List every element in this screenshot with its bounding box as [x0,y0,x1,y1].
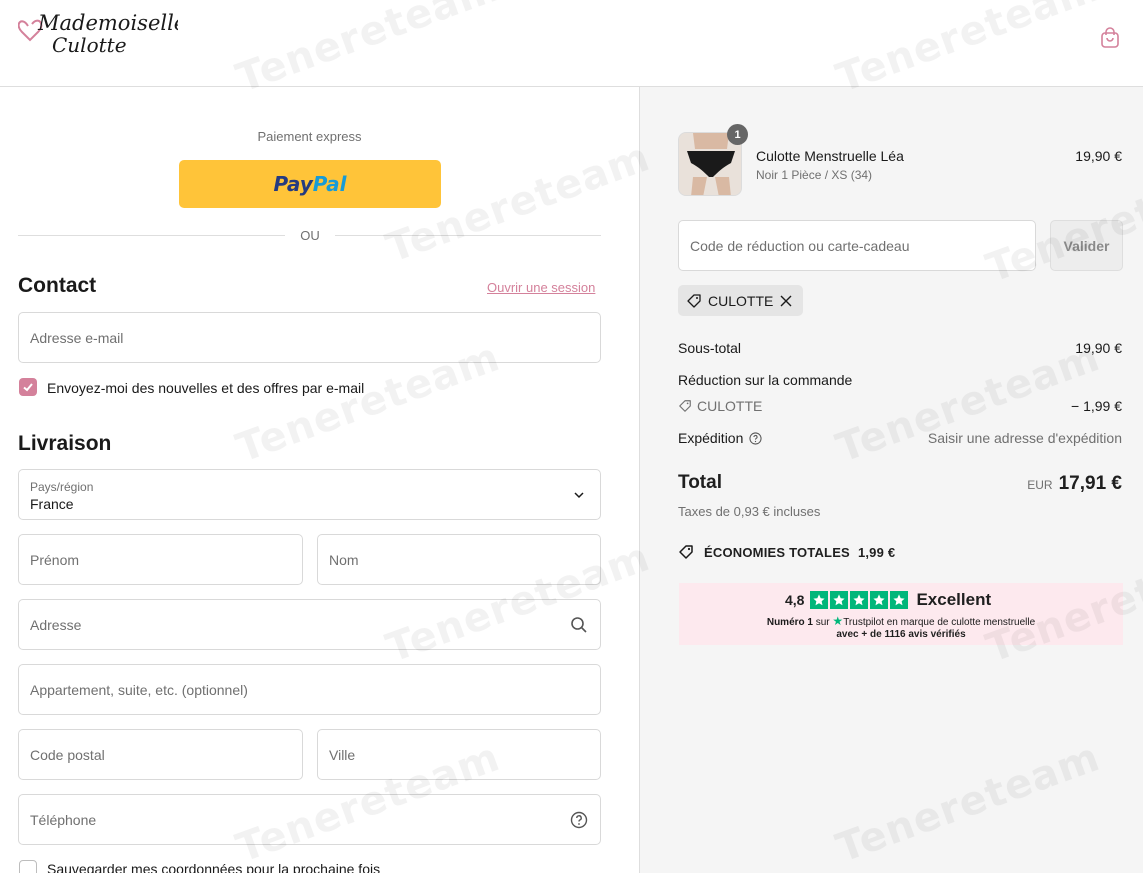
trustpilot-rank: Numéro 1 [766,617,813,628]
chevron-down-icon [574,492,584,499]
save-info-label: Sauvegarder mes coordonnées pour la proc… [47,861,381,873]
apply-discount-button[interactable]: Valider [1050,220,1123,271]
product-name: Culotte Menstruelle Léa [756,148,904,164]
phone-field[interactable] [18,794,601,845]
help-icon[interactable] [749,431,762,445]
discount-code-label: CULOTTE [697,398,763,414]
checkout-form: Paiement express Pay Pal OU Contact Ouvri… [0,87,639,873]
discount-value: − 1,99 € [1071,398,1122,414]
savings-label: ÉCONOMIES TOTALES [704,544,850,560]
trustpilot-sur: sur [812,617,833,628]
quantity-badge: 1 [727,124,748,145]
site-header: Mademoiselle Culotte [0,0,1143,87]
paypal-pal-text: Pal [312,172,347,196]
checkmark-icon [23,383,33,392]
total-savings: ÉCONOMIES TOTALES 1,99 € [678,544,895,560]
apartment-field[interactable] [18,664,601,715]
apartment-input[interactable] [19,665,600,714]
first-name-field[interactable] [18,534,303,585]
trustpilot-banner: 4,8 Excellent Numéro 1 sur ★Trustpilot e… [679,583,1123,645]
savings-value: 1,99 € [857,544,896,560]
applied-code-text: CULOTTE [708,292,774,309]
trustpilot-brand: Trustpilot [843,617,884,628]
star-icon [810,591,829,609]
save-info-checkbox[interactable] [19,860,37,873]
subtotal-label: Sous-total [678,340,742,356]
star-icon [830,591,849,609]
city-input[interactable] [318,730,600,779]
newsletter-label: Envoyez-moi des nouvelles et des offres … [47,380,365,396]
trustpilot-star-icon: ★ [832,614,844,628]
tag-icon [687,293,701,308]
shipping-label: Expédition [678,430,744,446]
brand-logo[interactable]: Mademoiselle Culotte [17,10,186,60]
email-field[interactable] [18,312,601,363]
contact-title: Contact [18,274,97,297]
last-name-input[interactable] [318,535,600,584]
shopping-bag-icon[interactable] [1098,26,1122,50]
tag-icon [679,545,693,559]
subtotal-value: 19,90 € [1075,340,1122,356]
trustpilot-rank-rest: en marque de culotte menstruelle [883,617,1036,628]
divider-right [335,235,601,236]
logo-line1: Mademoiselle [37,11,178,35]
search-icon [571,617,587,633]
postal-code-input[interactable] [19,730,302,779]
star-icon [850,591,869,609]
country-label: Pays/région [30,480,94,494]
paypal-pay-text: Pay [273,172,313,196]
express-checkout-label: Paiement express [257,129,362,144]
star-icon [890,591,909,609]
order-discount-label: Réduction sur la commande [678,372,853,388]
star-icon [870,591,889,609]
trustpilot-rating-word: Excellent [916,590,992,609]
trustpilot-rating-row: 4,8 Excellent [785,590,991,610]
tax-note: Taxes de 0,93 € incluses [678,504,821,519]
trustpilot-reviews-count: avec + de 1116 avis vérifiés [836,629,966,640]
delivery-title: Livraison [18,432,112,455]
trustpilot-stars [810,591,909,609]
total-label: Total [678,472,722,493]
paypal-button[interactable]: Pay Pal [179,160,441,208]
email-input[interactable] [19,313,600,362]
address-field[interactable] [18,599,601,650]
discount-code-row: CULOTTE [678,398,762,414]
applied-code-tag: CULOTTE [678,285,804,316]
postal-code-field[interactable] [18,729,303,780]
total-amount: EUR 17,91 € [1027,473,1122,495]
divider-left [18,235,285,236]
discount-code-input[interactable] [679,221,1035,270]
discount-code-field[interactable] [678,220,1036,271]
country-select[interactable]: Pays/région France [18,469,601,520]
city-field[interactable] [317,729,601,780]
trustpilot-score: 4,8 [785,592,805,608]
login-link[interactable]: Ouvrir une session [487,280,595,295]
shipping-row: Expédition [678,430,762,446]
trustpilot-rank-line: Numéro 1 sur ★Trustpilot en marque de cu… [679,614,1123,628]
order-summary: 1 Culotte Menstruelle Léa Noir 1 Pièce /… [639,87,1143,873]
phone-input[interactable] [19,795,600,844]
total-value: 17,91 € [1058,473,1122,494]
help-icon[interactable] [570,811,588,829]
logo-line2: Culotte [52,33,127,57]
tag-icon [679,400,691,412]
or-separator: OU [300,228,320,243]
first-name-input[interactable] [19,535,302,584]
remove-code-icon[interactable] [779,294,793,308]
newsletter-checkbox[interactable] [19,378,37,396]
country-value: France [30,496,74,512]
address-input[interactable] [19,600,600,649]
product-price: 19,90 € [1075,148,1122,164]
product-variant: Noir 1 Pièce / XS (34) [756,168,873,182]
last-name-field[interactable] [317,534,601,585]
shipping-value: Saisir une adresse d'expédition [927,430,1122,446]
currency-code: EUR [1027,478,1053,492]
